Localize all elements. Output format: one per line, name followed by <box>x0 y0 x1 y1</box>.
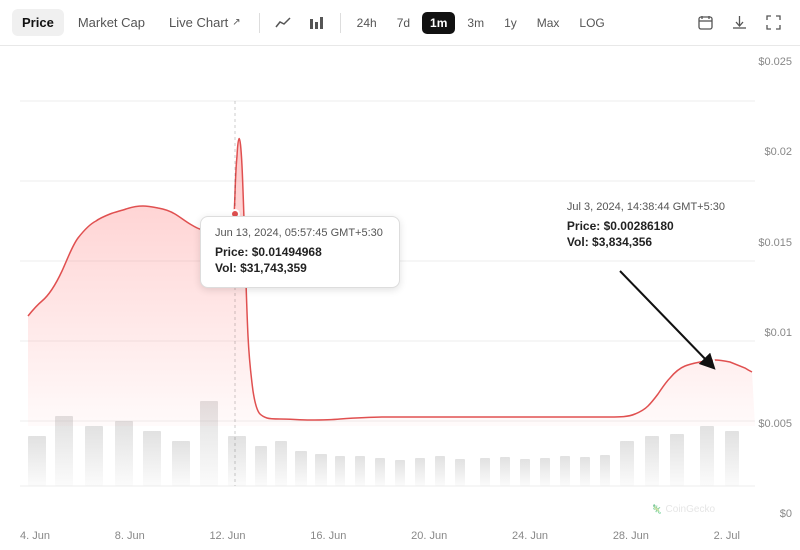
x-label-3: 16. Jun <box>310 530 346 542</box>
fullscreen-icon[interactable] <box>758 8 788 38</box>
y-label-5: $0.025 <box>758 56 792 68</box>
tooltip2-date: Jul 3, 2024, 14:38:44 GMT+5:30 <box>567 201 725 213</box>
chart-container: Price Market Cap Live Chart ↗ 24h 7d 1m … <box>0 0 800 550</box>
calendar-icon[interactable] <box>690 8 720 38</box>
time-btn-7d[interactable]: 7d <box>389 12 418 34</box>
y-label-1: $0.005 <box>758 418 792 430</box>
x-axis: 4. Jun 8. Jun 12. Jun 16. Jun 20. Jun 24… <box>20 530 740 542</box>
time-btn-24h[interactable]: 24h <box>349 12 385 34</box>
x-label-0: 4. Jun <box>20 530 50 542</box>
x-label-5: 24. Jun <box>512 530 548 542</box>
x-label-1: 8. Jun <box>115 530 145 542</box>
nav-divider <box>259 13 260 33</box>
line-chart-icon[interactable] <box>268 8 298 38</box>
time-btn-3m[interactable]: 3m <box>459 12 492 34</box>
nav-bar: Price Market Cap Live Chart ↗ 24h 7d 1m … <box>0 0 800 46</box>
tooltip2-vol: Vol: $3,834,356 <box>567 235 725 249</box>
bar-chart-icon[interactable] <box>302 8 332 38</box>
tooltip1-date: Jun 13, 2024, 05:57:45 GMT+5:30 <box>215 227 385 239</box>
tooltip1-price: Price: $0.01494968 <box>215 245 385 259</box>
nav-divider-2 <box>340 13 341 33</box>
y-label-4: $0.02 <box>758 146 792 158</box>
time-btn-log[interactable]: LOG <box>571 12 612 34</box>
x-label-7: 2. Jul <box>714 530 740 542</box>
tab-price[interactable]: Price <box>12 9 64 36</box>
time-btn-1m[interactable]: 1m <box>422 12 455 34</box>
tooltip1-vol: Vol: $31,743,359 <box>215 261 385 275</box>
x-label-6: 28. Jun <box>613 530 649 542</box>
coingecko-watermark: 🦎 CoinGecko <box>651 504 715 515</box>
tab-live-chart[interactable]: Live Chart ↗ <box>159 9 251 36</box>
time-btn-1y[interactable]: 1y <box>496 12 525 34</box>
tab-market-cap[interactable]: Market Cap <box>68 9 155 36</box>
external-link-icon: ↗ <box>232 17 240 28</box>
price-chart-svg <box>0 46 800 550</box>
tooltip2-price: Price: $0.00286180 <box>567 219 725 233</box>
x-label-4: 20. Jun <box>411 530 447 542</box>
x-label-2: 12. Jun <box>209 530 245 542</box>
chart-area[interactable]: Jun 13, 2024, 05:57:45 GMT+5:30 Price: $… <box>0 46 800 550</box>
y-axis: $0.025 $0.02 $0.015 $0.01 $0.005 $0 <box>758 46 792 550</box>
y-label-3: $0.015 <box>758 237 792 249</box>
tooltip-jul3: Jul 3, 2024, 14:38:44 GMT+5:30 Price: $0… <box>567 201 725 251</box>
y-label-0: $0 <box>758 508 792 520</box>
time-btn-max[interactable]: Max <box>529 12 568 34</box>
download-icon[interactable] <box>724 8 754 38</box>
y-label-2: $0.01 <box>758 327 792 339</box>
tooltip-jun13: Jun 13, 2024, 05:57:45 GMT+5:30 Price: $… <box>200 216 400 288</box>
gecko-icon: 🦎 <box>651 504 662 515</box>
